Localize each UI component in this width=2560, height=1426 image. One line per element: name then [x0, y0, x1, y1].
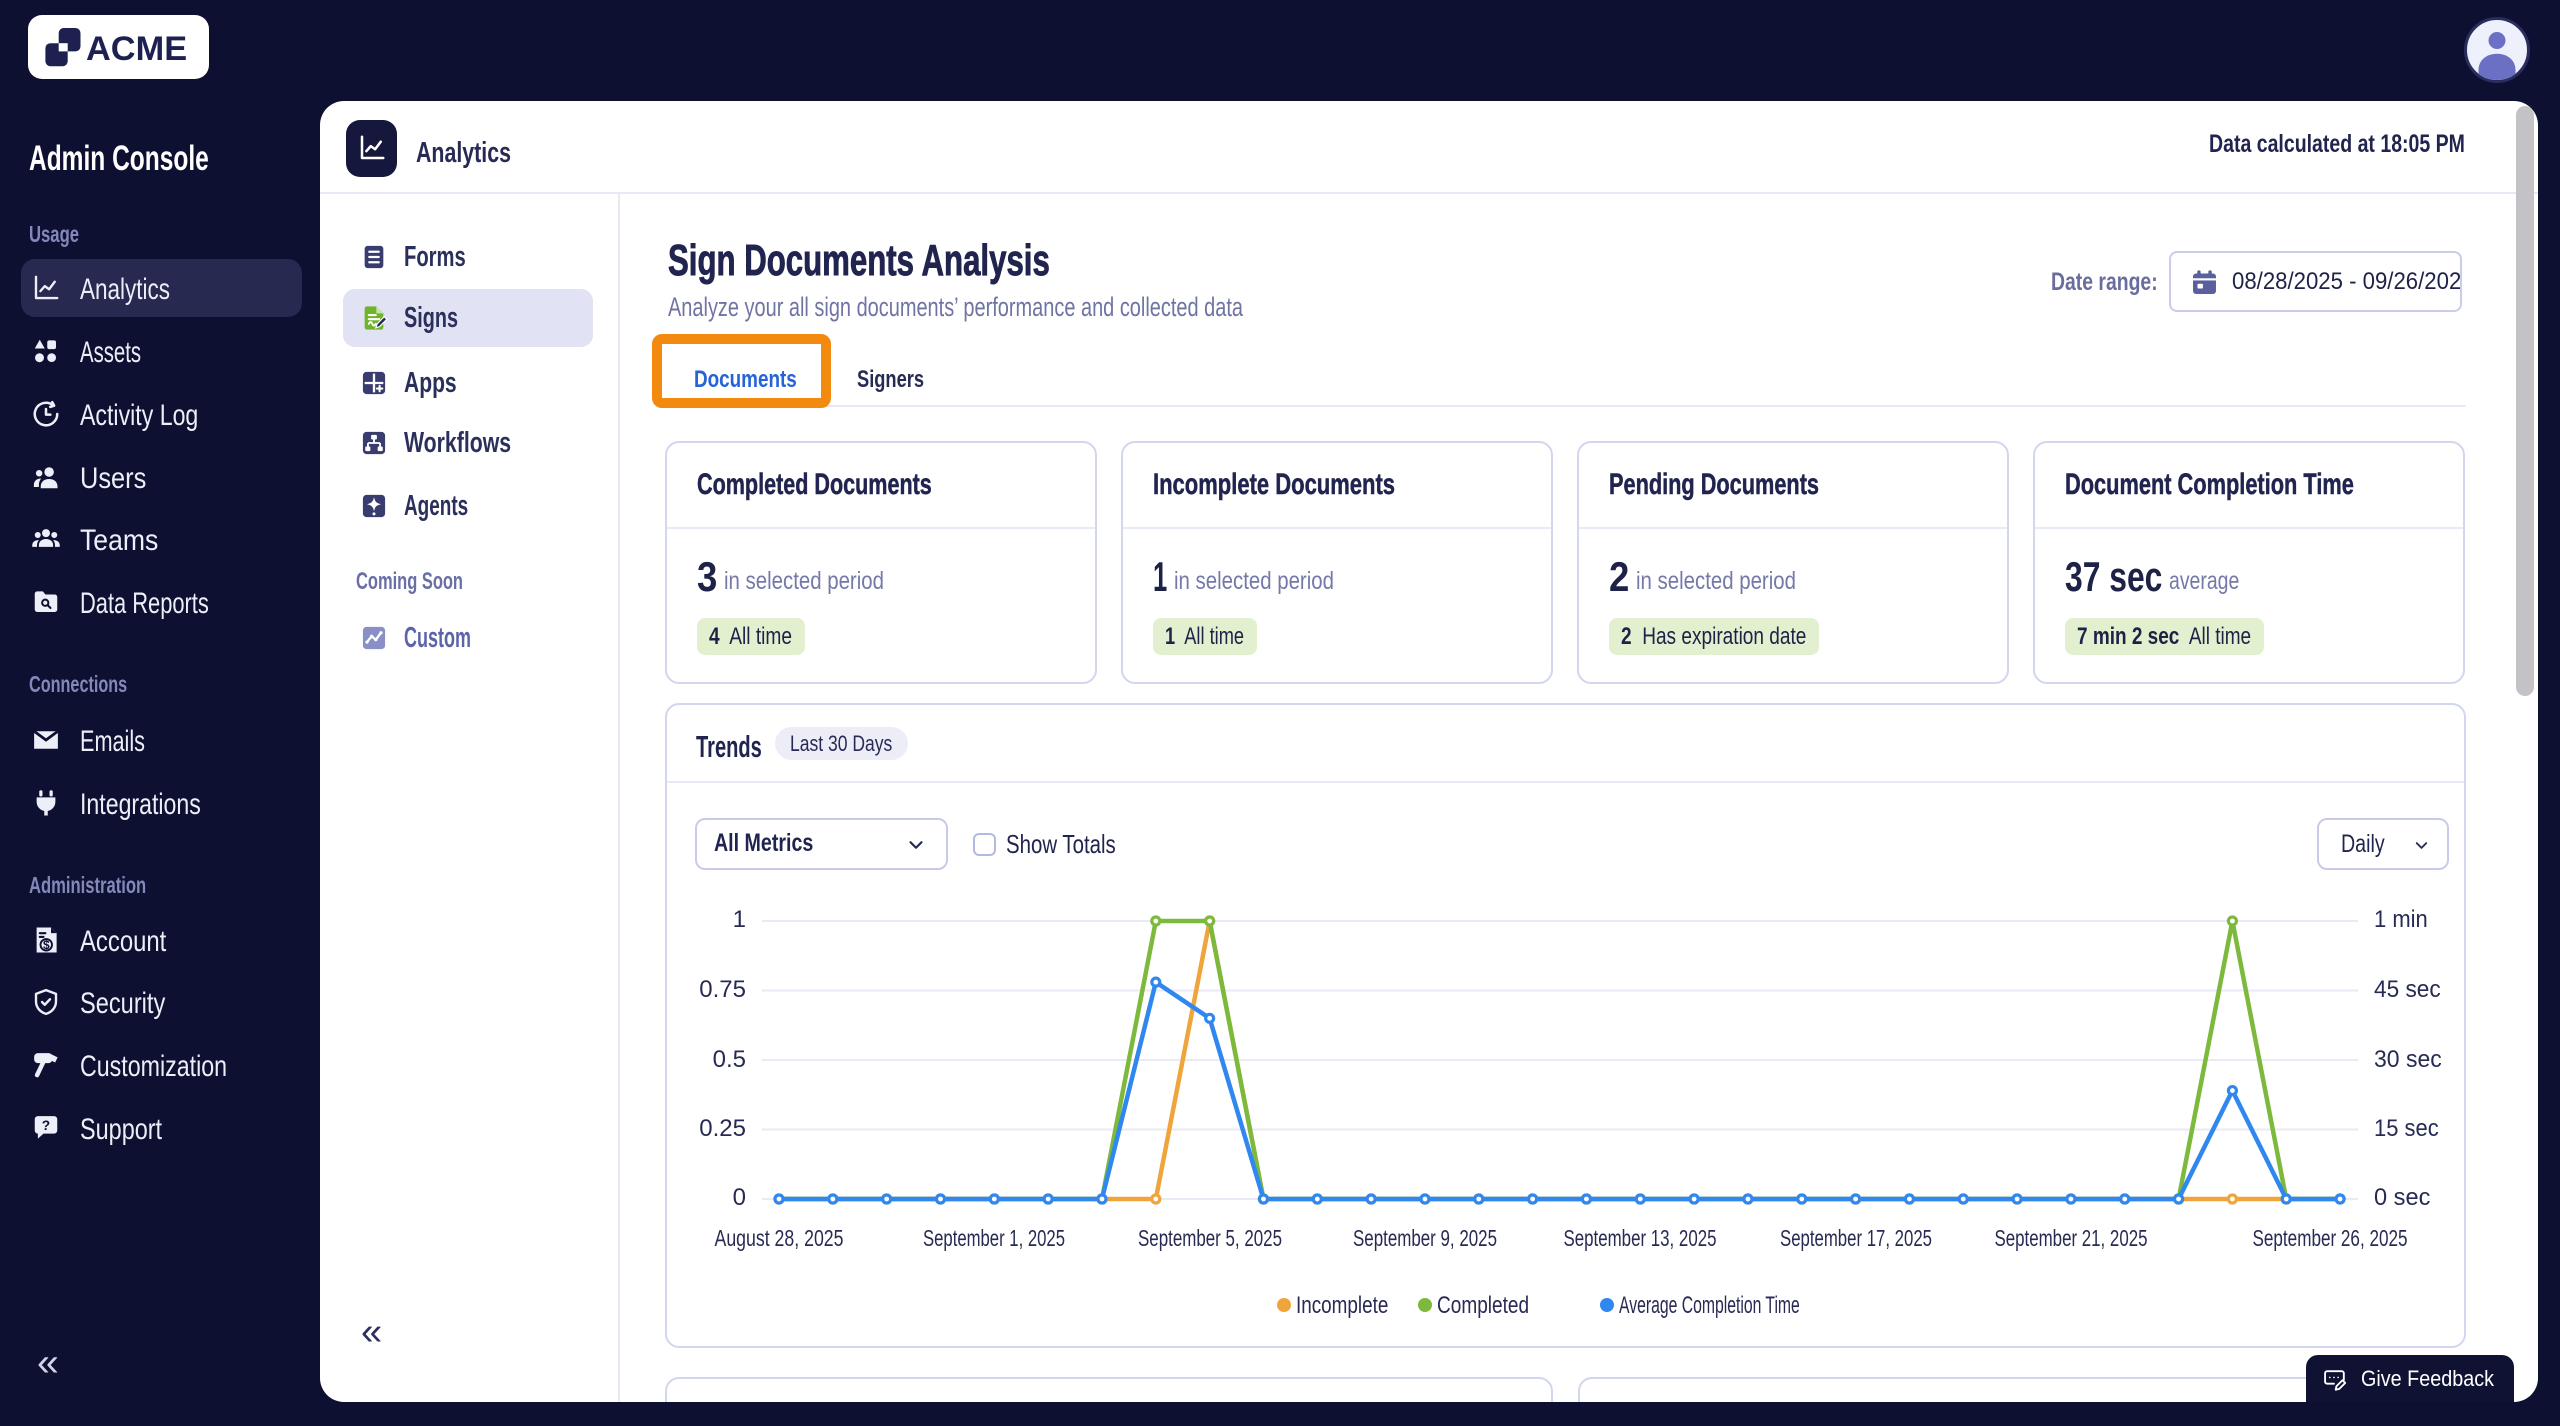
svg-text:$: $: [43, 938, 50, 952]
svg-text:?: ?: [42, 1118, 50, 1133]
